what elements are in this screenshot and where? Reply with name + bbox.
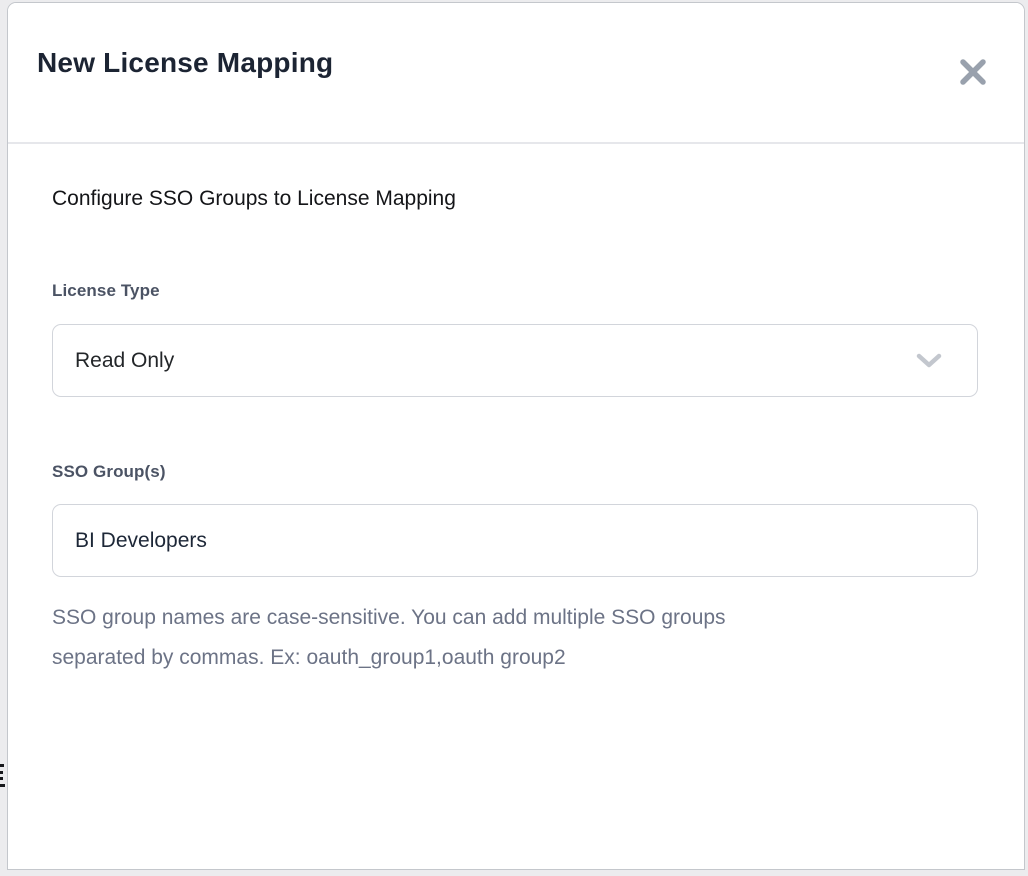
chevron-down-icon bbox=[915, 352, 943, 370]
license-type-field-group: License Type Read Only bbox=[52, 281, 980, 397]
modal-title: New License Mapping bbox=[37, 47, 333, 79]
license-type-select[interactable]: Read Only bbox=[52, 324, 978, 397]
modal-description: Configure SSO Groups to License Mapping bbox=[52, 186, 980, 211]
menu-line bbox=[0, 777, 3, 780]
helper-line: SSO group names are case-sensitive. You … bbox=[52, 598, 980, 638]
modal-header: New License Mapping bbox=[8, 3, 1024, 144]
license-type-selected-value: Read Only bbox=[75, 349, 915, 373]
license-type-label: License Type bbox=[52, 281, 980, 301]
close-button[interactable] bbox=[952, 51, 994, 93]
sso-groups-helper-text: SSO group names are case-sensitive. You … bbox=[52, 598, 980, 678]
menu-lines-icon bbox=[0, 764, 6, 792]
modal-body: Configure SSO Groups to License Mapping … bbox=[8, 144, 1024, 678]
helper-line: separated by commas. Ex: oauth_group1,oa… bbox=[52, 638, 980, 678]
menu-line bbox=[0, 764, 4, 767]
sso-groups-label: SSO Group(s) bbox=[52, 462, 980, 482]
menu-line bbox=[0, 784, 5, 787]
sso-groups-input[interactable] bbox=[52, 504, 978, 577]
x-icon bbox=[958, 57, 988, 87]
menu-line bbox=[0, 771, 3, 774]
sso-groups-field-group: SSO Group(s) SSO group names are case-se… bbox=[52, 462, 980, 678]
new-license-mapping-modal: New License Mapping Configure SSO Groups… bbox=[7, 2, 1025, 870]
page-background: { "modal": { "title": "New License Mappi… bbox=[0, 0, 1028, 876]
